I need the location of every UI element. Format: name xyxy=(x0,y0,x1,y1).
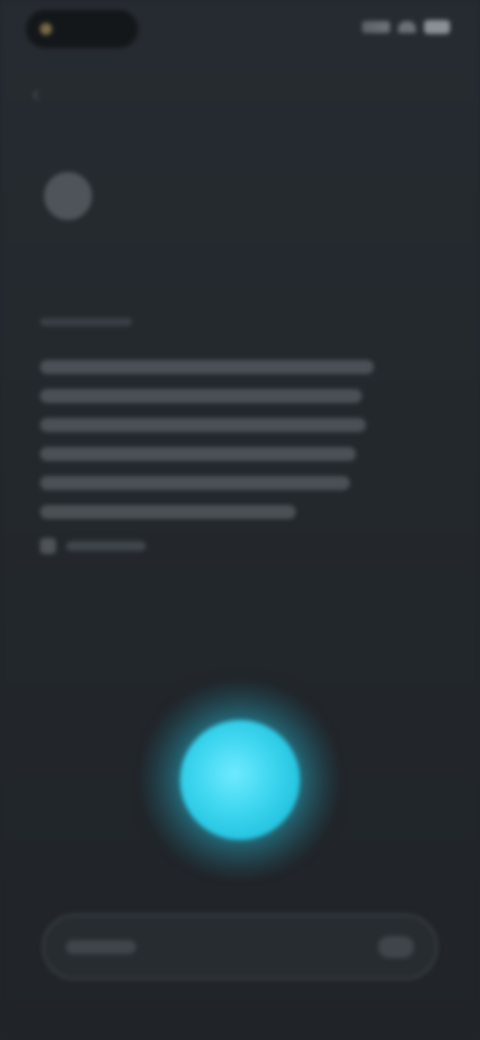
text-placeholder-line xyxy=(40,360,374,374)
text-placeholder-line xyxy=(40,505,296,519)
status-pill xyxy=(26,10,138,48)
text-placeholder-line xyxy=(40,418,366,432)
description-block xyxy=(40,360,376,534)
wifi-icon xyxy=(398,21,416,33)
status-icons xyxy=(362,20,450,34)
battery-icon xyxy=(424,20,450,34)
text-placeholder-line xyxy=(40,476,350,490)
app-screen: ‹ xyxy=(0,0,480,1040)
feature-icon xyxy=(44,172,92,220)
text-placeholder-line xyxy=(40,447,356,461)
bar-left-control[interactable] xyxy=(66,940,136,954)
bottom-action-bar[interactable] xyxy=(42,914,438,980)
info-icon xyxy=(40,538,56,554)
status-bar xyxy=(0,0,480,60)
meta-row xyxy=(40,538,146,554)
voice-orb-button[interactable] xyxy=(180,720,300,840)
recording-indicator-icon xyxy=(40,23,52,35)
back-button[interactable]: ‹ xyxy=(18,76,54,112)
signal-icon xyxy=(362,21,390,33)
bar-right-control[interactable] xyxy=(378,936,414,958)
text-placeholder-line xyxy=(40,389,362,403)
back-arrow-icon: ‹ xyxy=(32,80,40,107)
meta-text xyxy=(66,541,146,551)
page-subtitle xyxy=(40,318,132,326)
